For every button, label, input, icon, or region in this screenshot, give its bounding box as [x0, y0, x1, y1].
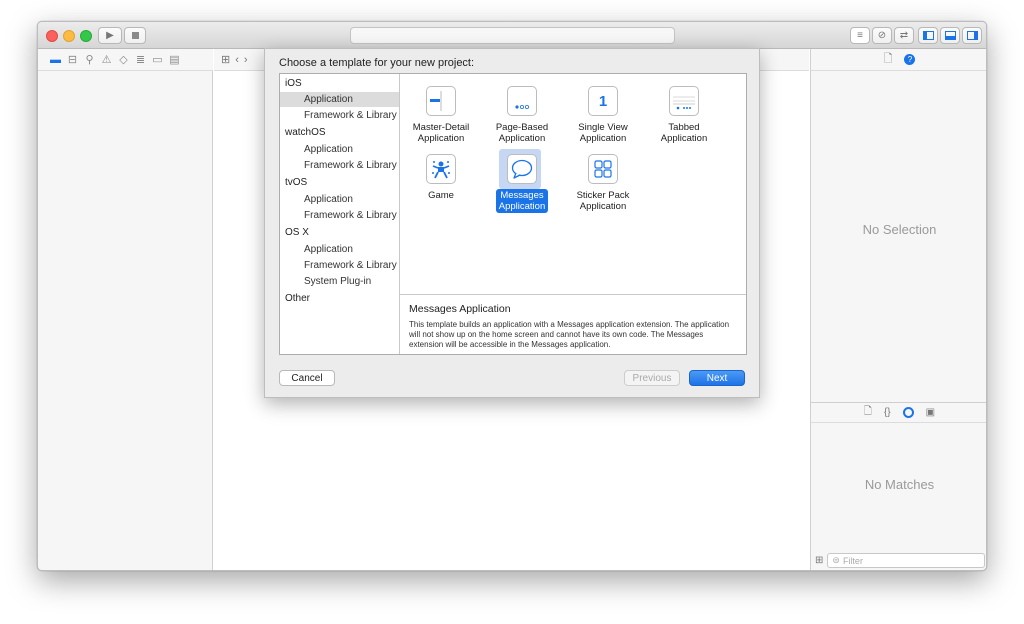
template-description: Messages Application This template build…	[400, 294, 746, 354]
warning-icon[interactable]: ⚠	[98, 51, 115, 68]
zoom-window-button[interactable]	[80, 30, 92, 42]
hierarchy-icon[interactable]: ⊟	[64, 51, 81, 68]
platform-item-osx-system-plugin[interactable]: System Plug-in	[280, 274, 399, 289]
related-items-icon[interactable]: ⊞	[221, 53, 230, 66]
single-view-glyph: 1	[598, 92, 608, 110]
version-editor-icon: ⇄	[899, 30, 909, 41]
library-filter-input[interactable]: ⊜ Filter	[827, 553, 985, 568]
back-arrow-icon[interactable]: ‹	[235, 54, 239, 66]
toggle-utilities-button[interactable]	[962, 27, 982, 44]
description-title: Messages Application	[409, 303, 511, 315]
version-editor-button[interactable]: ⇄	[894, 27, 914, 44]
assistant-editor-icon: ⊘	[877, 30, 887, 41]
standard-editor-icon: ≡	[857, 30, 863, 41]
no-selection-label: No Selection	[862, 222, 937, 237]
quick-help-icon[interactable]: ?	[904, 54, 916, 65]
template-label: Page-Based Application	[495, 122, 549, 144]
template-sticker-pack[interactable]: Sticker Pack Application	[568, 149, 638, 213]
template-tabbed[interactable]: Tabbed Application	[649, 81, 719, 145]
minimize-window-button[interactable]	[63, 30, 75, 42]
next-button[interactable]: Next	[689, 370, 745, 386]
description-text: This template builds an application with…	[409, 320, 730, 349]
platform-item-tvos-framework[interactable]: Framework & Library	[280, 208, 399, 223]
inspector-area: No Selection	[810, 71, 986, 402]
code-snippet-icon[interactable]: {}	[884, 407, 891, 418]
assistant-editor-button[interactable]: ⊘	[872, 27, 892, 44]
sheet-title: Choose a template for your new project:	[279, 57, 475, 69]
activity-viewer	[350, 27, 675, 44]
toggle-debug-area-button[interactable]	[940, 27, 960, 44]
template-page-based[interactable]: Page-Based Application	[487, 81, 557, 145]
bottom-panel-icon	[944, 31, 956, 40]
folder-icon[interactable]: ▬	[47, 51, 64, 68]
library-filter-row: ⊞ ⊜ Filter	[815, 553, 985, 568]
game-icon	[426, 154, 456, 184]
template-master-detail[interactable]: Master-Detail Application	[406, 81, 476, 145]
page-based-icon	[507, 86, 537, 116]
library-selector-bar: 🗋 {} ▣	[810, 402, 986, 423]
platform-item-watchos-framework[interactable]: Framework & Library	[280, 158, 399, 173]
library-area: No Matches ⊞ ⊜ Filter	[810, 423, 986, 570]
platform-group-tvos: tvOS	[285, 177, 308, 188]
platform-item-ios-application[interactable]: Application	[280, 92, 399, 107]
play-icon: ▶	[106, 30, 114, 41]
previous-button[interactable]: Previous	[624, 370, 680, 386]
platform-item-osx-application[interactable]: Application	[280, 242, 399, 257]
stop-button[interactable]	[124, 27, 146, 44]
left-panel-icon	[922, 31, 934, 40]
file-template-icon[interactable]: 🗋	[864, 404, 872, 421]
template-label: Sticker Pack Application	[576, 190, 630, 212]
debug-icon[interactable]: ≣	[132, 51, 149, 68]
file-inspector-icon[interactable]: 🗋	[884, 50, 893, 69]
platform-item-ios-framework[interactable]: Framework & Library	[280, 108, 399, 123]
template-grid: Master-Detail Application Page-Based App…	[400, 74, 746, 294]
close-window-button[interactable]	[46, 30, 58, 42]
forward-arrow-icon[interactable]: ›	[244, 54, 248, 66]
template-label: Tabbed Application	[660, 122, 708, 144]
toolbar: ▶ ≡ ⊘ ⇄	[38, 22, 986, 49]
platform-item-tvos-application[interactable]: Application	[280, 192, 399, 207]
navigator-selector-bar: ▬ ⊟ ⚲ ⚠ ◇ ≣ ▭ ▤	[38, 49, 213, 71]
toggle-navigator-button[interactable]	[918, 27, 938, 44]
platform-item-watchos-application[interactable]: Application	[280, 142, 399, 157]
stop-icon	[131, 32, 139, 39]
template-chooser: iOS Application Framework & Library watc…	[279, 73, 747, 355]
template-label: Game	[428, 190, 454, 201]
template-label: Master-Detail Application	[412, 122, 470, 144]
platform-group-watchos: watchOS	[285, 127, 326, 138]
standard-editor-button[interactable]: ≡	[850, 27, 870, 44]
sticker-pack-icon	[588, 154, 618, 184]
filter-placeholder: Filter	[842, 555, 863, 566]
platform-group-ios: iOS	[285, 78, 302, 89]
tabbed-icon	[669, 86, 699, 116]
cancel-button[interactable]: Cancel	[279, 370, 335, 386]
breakpoint-icon[interactable]: ▭	[149, 51, 166, 68]
messages-icon	[507, 154, 537, 184]
filter-icon: ⊜	[832, 555, 840, 565]
template-game[interactable]: Game	[406, 149, 476, 202]
platform-group-other[interactable]: Other	[285, 291, 310, 306]
search-icon[interactable]: ⚲	[81, 51, 98, 68]
new-project-sheet: Choose a template for your new project: …	[264, 48, 760, 398]
navigator-area	[38, 71, 213, 570]
object-library-icon[interactable]	[902, 407, 914, 418]
right-panel-icon	[966, 31, 978, 40]
platform-item-osx-framework[interactable]: Framework & Library	[280, 258, 399, 273]
no-matches-label: No Matches	[864, 477, 935, 492]
template-messages[interactable]: Messages Application	[487, 149, 557, 213]
inspector-selector-bar: 🗋 ?	[810, 49, 986, 71]
platform-list: iOS Application Framework & Library watc…	[280, 74, 400, 354]
template-label: Messages Application	[495, 189, 549, 213]
template-label: Single View Application	[578, 122, 628, 144]
grid-view-icon[interactable]: ⊞	[815, 555, 823, 566]
single-view-icon: 1	[588, 86, 618, 116]
template-single-view[interactable]: 1 Single View Application	[568, 81, 638, 145]
master-detail-icon	[426, 86, 456, 116]
platform-group-osx: OS X	[285, 227, 309, 238]
test-icon[interactable]: ◇	[115, 51, 132, 68]
run-button[interactable]: ▶	[98, 27, 122, 44]
report-icon[interactable]: ▤	[166, 51, 183, 68]
media-library-icon[interactable]: ▣	[926, 407, 935, 418]
